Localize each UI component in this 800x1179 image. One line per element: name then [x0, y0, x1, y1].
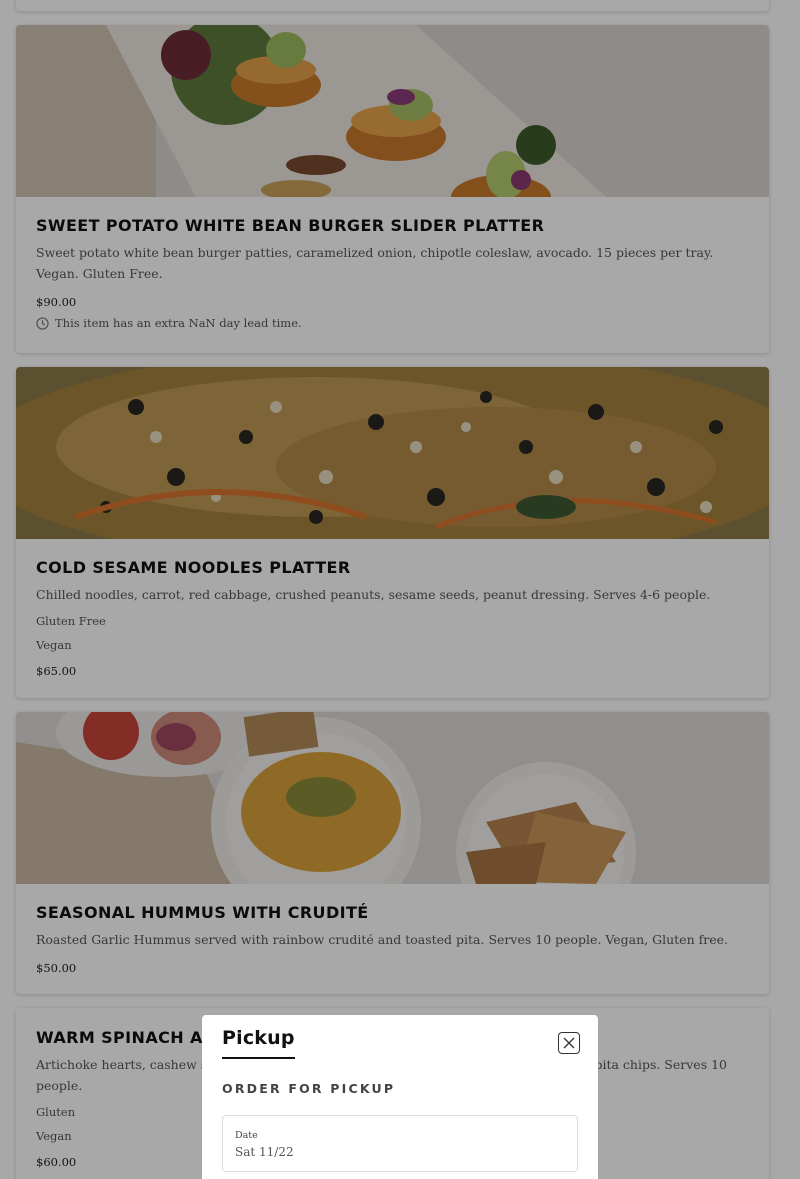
- close-button[interactable]: [558, 1032, 580, 1054]
- pickup-modal: Pickup ORDER FOR PICKUP Date Sat 11/22: [202, 1015, 598, 1179]
- modal-backdrop[interactable]: [0, 0, 800, 1179]
- date-value[interactable]: Sat 11/22: [235, 1144, 565, 1160]
- date-label: Date: [235, 1130, 258, 1141]
- close-icon: [563, 1037, 575, 1049]
- modal-title: Pickup: [222, 1027, 295, 1059]
- date-field[interactable]: Date Sat 11/22: [222, 1115, 578, 1172]
- order-for-pickup-label: ORDER FOR PICKUP: [222, 1081, 396, 1096]
